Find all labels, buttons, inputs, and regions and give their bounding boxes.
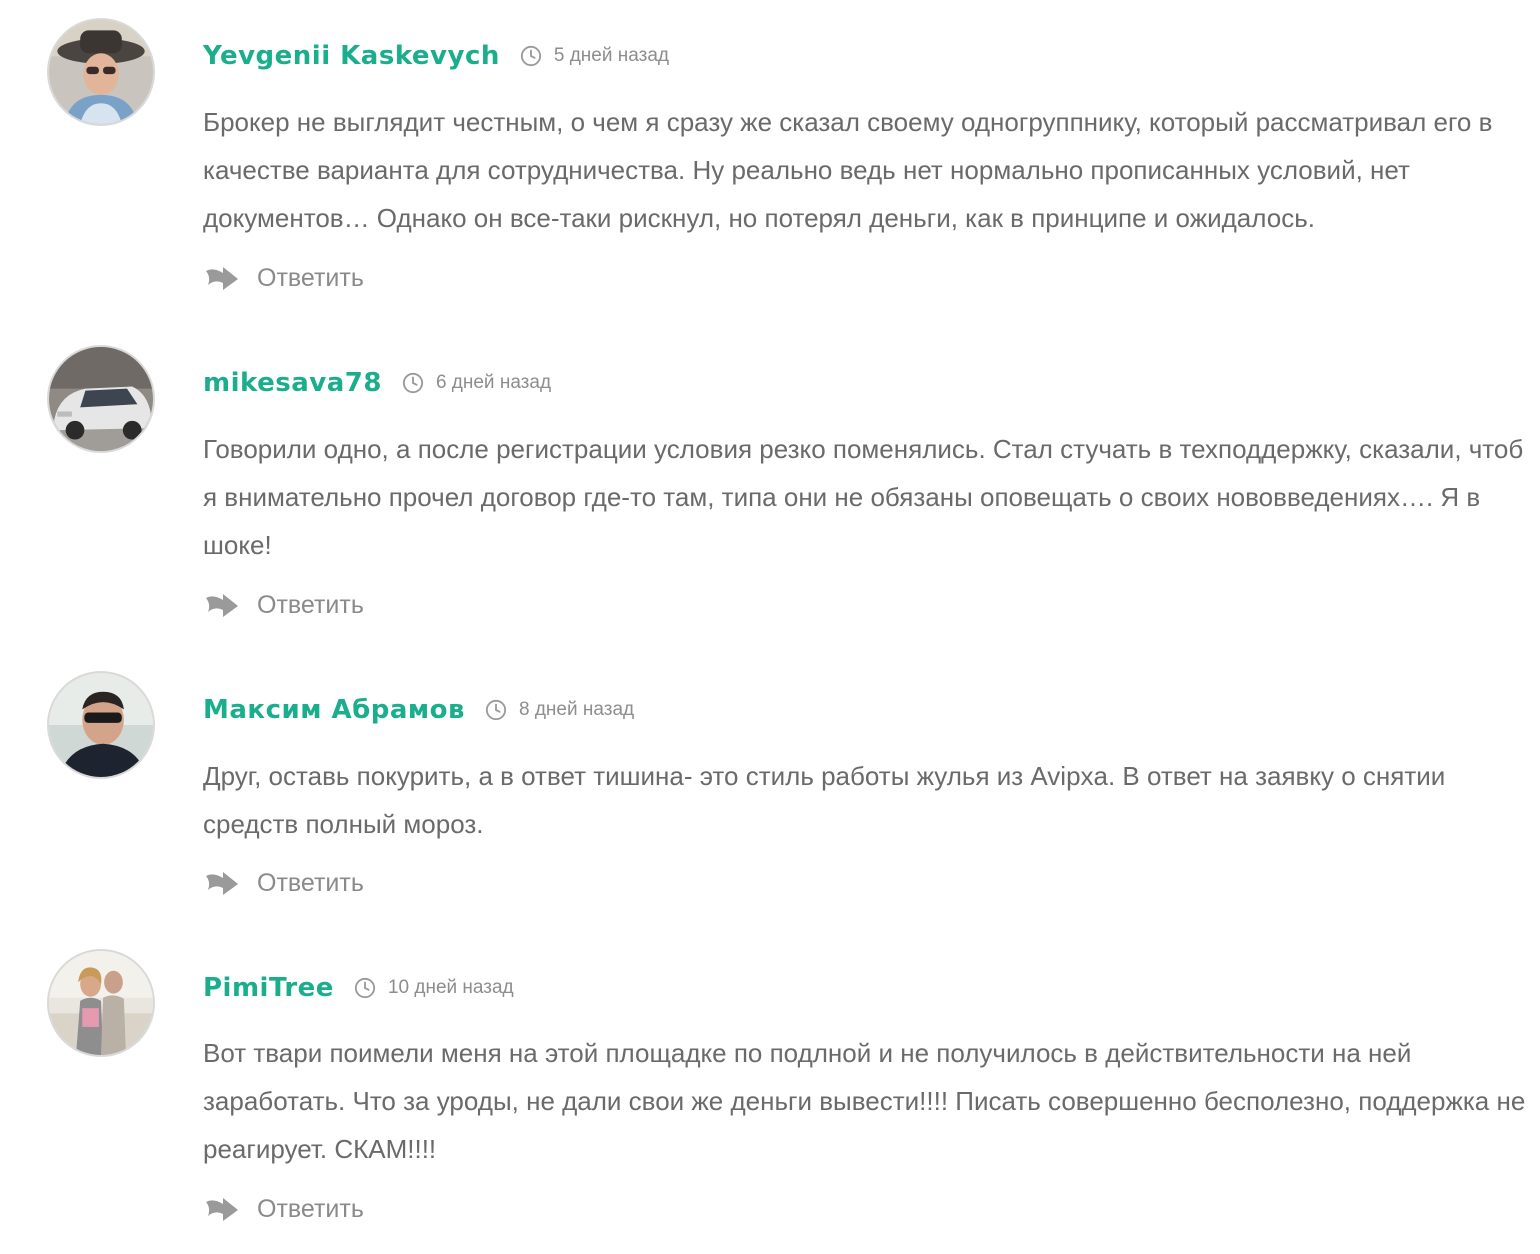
- clock-icon: [520, 45, 541, 67]
- clock-icon: [485, 699, 507, 721]
- comment-meta: PimiTree 10 дней назад: [203, 970, 514, 1006]
- comment-text: Говорили одно, а после регистрации услов…: [203, 434, 1524, 560]
- avatar[interactable]: [47, 949, 155, 1057]
- comment-text: Брокер не выглядит честным, о чем я сраз…: [203, 107, 1493, 233]
- author-name[interactable]: Yevgenii Kaskevych: [203, 41, 500, 71]
- author-name[interactable]: Максим Абрамов: [203, 695, 465, 725]
- avatar-image: [49, 673, 153, 777]
- avatar-image: [49, 347, 153, 451]
- reply-arrow-icon: [206, 1198, 238, 1221]
- reply-arrow-icon: [206, 267, 238, 290]
- reply-arrow-icon: [206, 594, 238, 617]
- reply-button[interactable]: Ответить: [203, 1189, 364, 1229]
- avatar[interactable]: [47, 345, 155, 453]
- reply-button[interactable]: Ответить: [203, 585, 364, 625]
- comment-time[interactable]: 8 дней назад: [519, 699, 634, 721]
- comment-text: Вот твари поимели меня на этой площадке …: [203, 1038, 1526, 1164]
- comment-meta: mikesava78 6 дней назад: [203, 365, 551, 401]
- author-name[interactable]: mikesava78: [203, 368, 382, 398]
- reply-button[interactable]: Ответить: [203, 863, 364, 903]
- reply-button[interactable]: Ответить: [203, 258, 364, 298]
- comment-text: Друг, оставь покурить, а в ответ тишина-…: [203, 761, 1446, 839]
- avatar-image: [49, 951, 153, 1055]
- avatar[interactable]: [47, 671, 155, 779]
- reply-label: Ответить: [257, 868, 364, 897]
- reply-arrow-icon: [206, 872, 238, 895]
- reply-label: Ответить: [257, 1194, 364, 1223]
- avatar-image: [49, 20, 153, 124]
- comment-time[interactable]: 5 дней назад: [554, 45, 669, 67]
- reply-label: Ответить: [257, 590, 364, 619]
- reply-label: Ответить: [257, 263, 364, 292]
- avatar[interactable]: [47, 18, 155, 126]
- clock-icon: [402, 372, 424, 394]
- comment-time[interactable]: 10 дней назад: [388, 977, 514, 999]
- comment-meta: Yevgenii Kaskevych 5 дней назад: [203, 38, 669, 74]
- clock-icon: [354, 977, 376, 999]
- comment-meta: Максим Абрамов 8 дней назад: [203, 692, 634, 728]
- author-name[interactable]: PimiTree: [203, 973, 334, 1003]
- comment-time[interactable]: 6 дней назад: [436, 372, 551, 394]
